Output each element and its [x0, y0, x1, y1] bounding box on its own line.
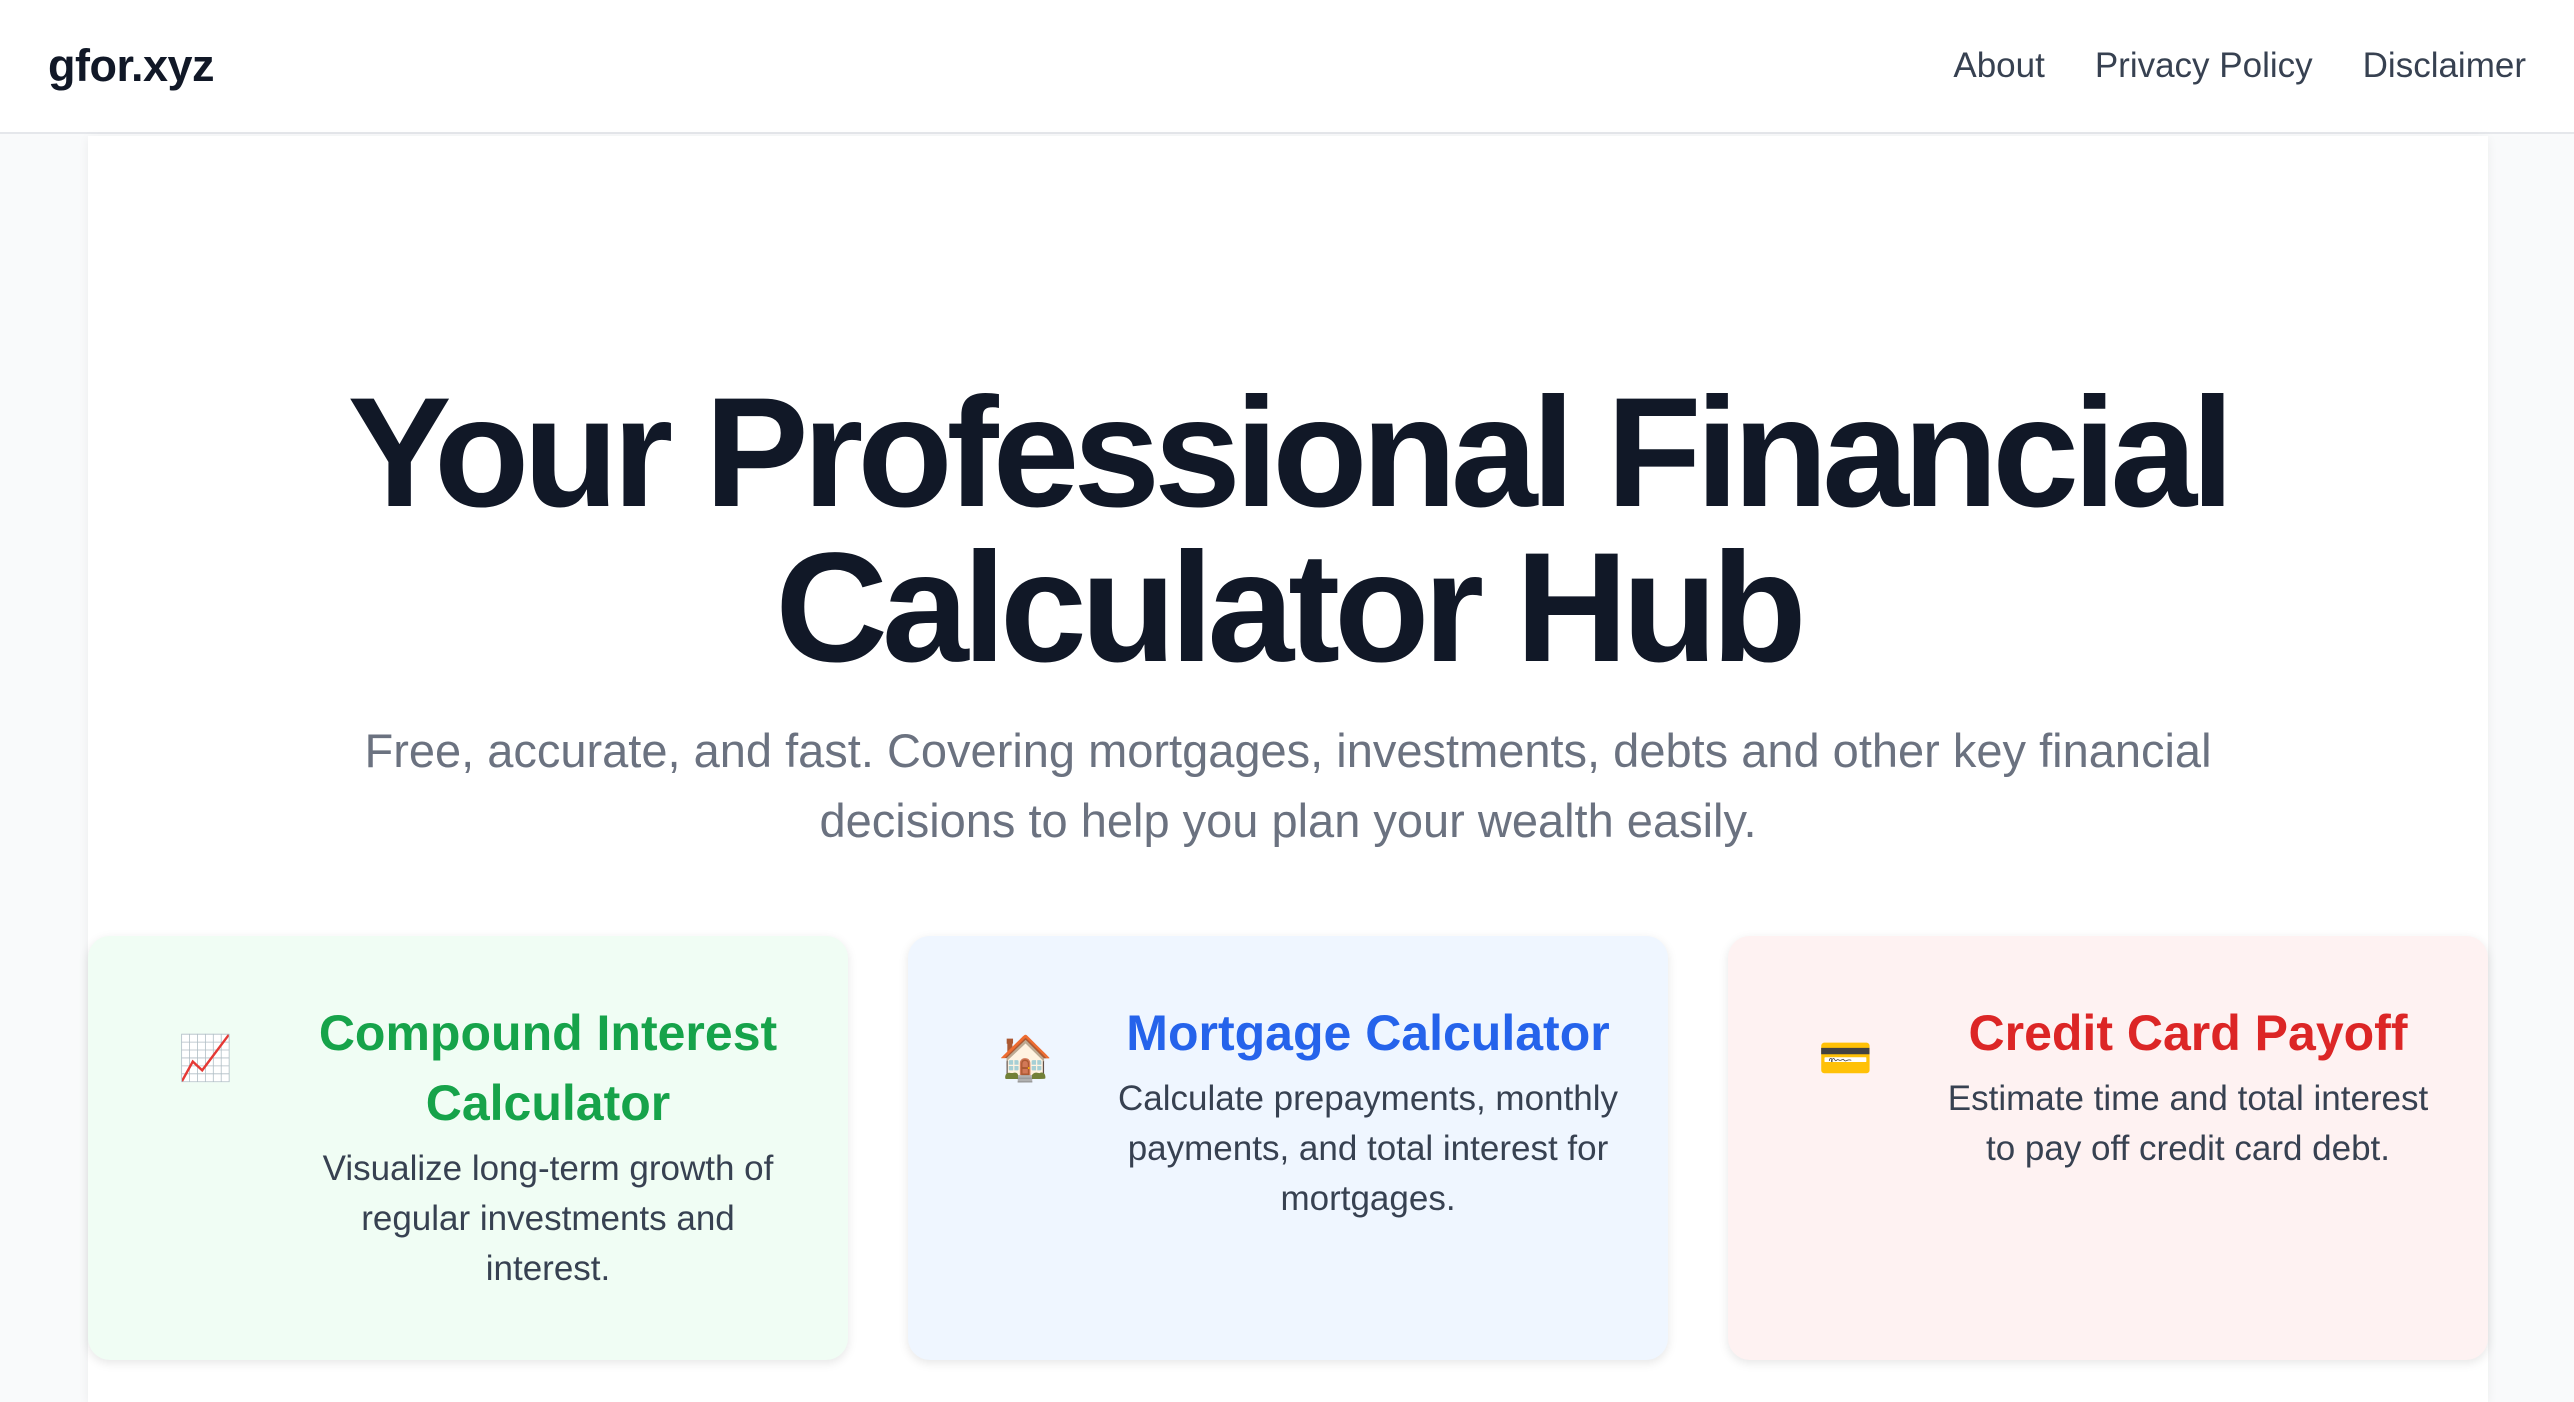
chart-increasing-icon: 📈: [178, 1034, 233, 1083]
card-body: Mortgage Calculator Calculate prepayment…: [1118, 998, 1618, 1224]
card-description: Visualize long-term growth of regular in…: [322, 1149, 774, 1288]
compound-interest-card[interactable]: 📈 Compound Interest Calculator Visualize…: [88, 936, 848, 1360]
card-title: Credit Card Payoff: [1968, 1005, 2408, 1061]
card-description: Estimate time and total interest to pay …: [1947, 1079, 2429, 1168]
main-nav: About Privacy Policy Disclaimer: [1953, 46, 2526, 86]
card-body: Compound Interest Calculator Visualize l…: [298, 998, 798, 1294]
main-content: Your Professional Financial Calculator H…: [88, 136, 2488, 1402]
nav-link-about[interactable]: About: [1953, 46, 2044, 86]
card-description: Calculate prepayments, monthly payments,…: [1118, 1079, 1618, 1218]
hero-title: Your Professional Financial Calculator H…: [347, 366, 2235, 695]
top-navbar: gfor.xyz About Privacy Policy Disclaimer: [0, 0, 2574, 134]
nav-link-privacy-policy[interactable]: Privacy Policy: [2095, 46, 2313, 86]
credit-card-icon: 💳: [1818, 1034, 1873, 1083]
calculator-cards: 📈 Compound Interest Calculator Visualize…: [88, 936, 2488, 1360]
hero-subtitle: Free, accurate, and fast. Covering mortg…: [364, 724, 2212, 847]
card-title: Compound Interest Calculator: [318, 1005, 778, 1131]
card-title: Mortgage Calculator: [1126, 1005, 1610, 1061]
house-icon: 🏠: [998, 1034, 1053, 1083]
mortgage-calculator-card[interactable]: 🏠 Mortgage Calculator Calculate prepayme…: [908, 936, 1668, 1360]
card-body: Credit Card Payoff Estimate time and tot…: [1938, 998, 2438, 1174]
brand-logo-link[interactable]: gfor.xyz: [48, 40, 215, 92]
credit-card-payoff-card[interactable]: 💳 Credit Card Payoff Estimate time and t…: [1728, 936, 2488, 1360]
nav-link-disclaimer[interactable]: Disclaimer: [2363, 46, 2526, 86]
